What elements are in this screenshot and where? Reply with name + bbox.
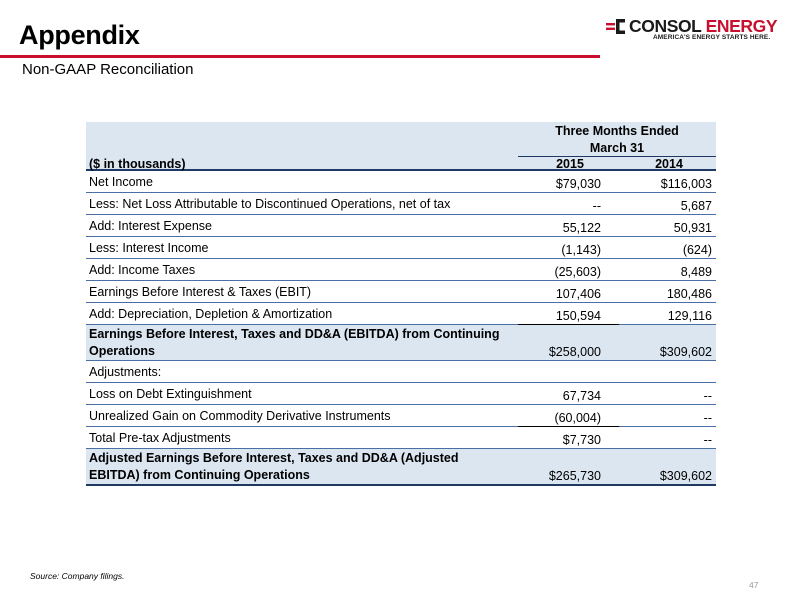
value-2015: (25,603) [554, 265, 601, 279]
column-header-2014: 2014 [655, 157, 683, 171]
reconciliation-table: Three Months Ended March 31 ($ in thousa… [86, 122, 716, 486]
value-2015: $265,730 [548, 469, 601, 483]
row-label: Add: Income Taxes [89, 263, 196, 277]
column-header-2015: 2015 [556, 157, 584, 171]
table-row: Unrealized Gain on Commodity Derivative … [86, 405, 716, 427]
value-2015: $79,030 [555, 177, 601, 191]
value-2015: $7,730 [562, 433, 601, 447]
source-note: Source: Company filings. [30, 571, 125, 581]
value-2014: 129,116 [667, 309, 712, 323]
table-row: Add: Income Taxes (25,603) 8,489 [86, 259, 716, 281]
period-header: Three Months Ended March 31 [555, 124, 679, 155]
table-row: Net Income $79,030 $116,003 [86, 171, 716, 193]
value-2015: (1,143) [561, 243, 601, 257]
value-2014: -- [703, 433, 712, 447]
row-label: Add: Interest Expense [89, 219, 212, 233]
row-label: Less: Interest Income [89, 241, 209, 255]
row-label: Add: Depreciation, Depletion & Amortizat… [89, 307, 333, 321]
row-label: Total Pre-tax Adjustments [89, 431, 231, 445]
table-row: Adjusted Earnings Before Interest, Taxes… [86, 449, 716, 486]
table-row: Less: Interest Income (1,143) (624) [86, 237, 716, 259]
table-row: Loss on Debt Extinguishment 67,734 -- [86, 383, 716, 405]
units-label: ($ in thousands) [89, 157, 186, 171]
row-label: Adjusted Earnings Before Interest, Taxes… [89, 451, 459, 482]
value-2014: -- [703, 389, 712, 403]
value-2014: -- [703, 411, 712, 425]
value-2015: -- [592, 199, 601, 213]
value-2014: $309,602 [659, 345, 712, 359]
page-title: Appendix [19, 20, 140, 50]
value-2014: 180,486 [666, 287, 712, 301]
table-header: Three Months Ended March 31 ($ in thousa… [86, 122, 716, 171]
table-row: Total Pre-tax Adjustments $7,730 -- [86, 427, 716, 449]
value-2015: 150,594 [555, 309, 601, 323]
page-number: 47 [749, 580, 759, 590]
row-label: Loss on Debt Extinguishment [89, 387, 252, 401]
logo-flame-icon [606, 19, 625, 34]
page-subtitle: Non-GAAP Reconciliation [22, 61, 194, 78]
table-row: Less: Net Loss Attributable to Discontin… [86, 193, 716, 215]
value-2014: (624) [682, 243, 712, 257]
row-label: Less: Net Loss Attributable to Discontin… [89, 197, 451, 211]
value-2015: 107,406 [555, 287, 601, 301]
value-2014: 50,931 [673, 221, 712, 235]
table-row: Add: Depreciation, Depletion & Amortizat… [86, 303, 716, 325]
logo-tagline: AMERICA'S ENERGY STARTS HERE. [653, 34, 771, 41]
value-2014: $116,003 [660, 177, 712, 191]
value-2014: $309,602 [659, 469, 712, 483]
row-label: Earnings Before Interest, Taxes and DD&A… [89, 327, 500, 358]
table-row: Add: Interest Expense 55,122 50,931 [86, 215, 716, 237]
table-row: Earnings Before Interest & Taxes (EBIT) 1… [86, 281, 716, 303]
row-label: Net Income [89, 175, 153, 189]
table-row: Earnings Before Interest, Taxes and DD&A… [86, 325, 716, 361]
table-body: Net Income $79,030 $116,003 Less: Net Loss … [86, 171, 716, 486]
value-2015: (60,004) [554, 411, 601, 425]
row-label: Unrealized Gain on Commodity Derivative … [89, 409, 391, 423]
value-2014: 5,687 [680, 199, 712, 213]
value-2015: $258,000 [548, 345, 601, 359]
value-2015: 55,122 [562, 221, 601, 235]
row-label: Earnings Before Interest & Taxes (EBIT) [89, 285, 312, 299]
value-2014: 8,489 [680, 265, 712, 279]
company-logo: CONSOL ENERGY AMERICA'S ENERGY STARTS HE… [606, 16, 786, 46]
title-divider [0, 55, 600, 58]
table-row: Adjustments: [86, 361, 716, 383]
row-label: Adjustments: [89, 365, 162, 379]
value-2015: 67,734 [562, 389, 601, 403]
